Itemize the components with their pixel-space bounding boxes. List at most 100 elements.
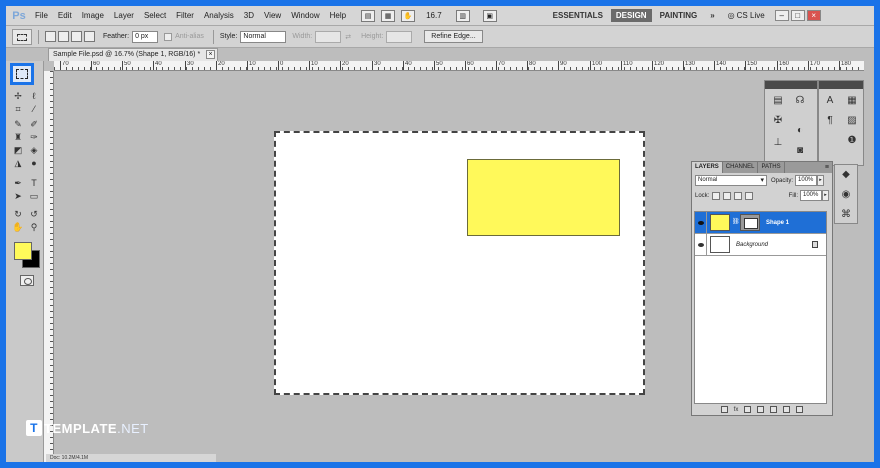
layer-row[interactable]: Background [695,233,826,256]
lock-transparency-icon[interactable] [712,191,721,200]
arrange-documents-icon[interactable]: ▥ [455,9,470,22]
character-panel-icon[interactable]: A [823,95,837,107]
new-selection-icon[interactable] [45,31,56,42]
workspace-painting[interactable]: PAINTING [655,9,703,22]
workspace-design[interactable]: DESIGN [610,9,652,22]
rectangle-tool-icon[interactable]: ▭ [28,191,40,202]
type-tool-icon[interactable]: T [28,178,40,189]
menu-image[interactable]: Image [77,6,109,26]
document-tab[interactable]: Sample File.psd @ 16.7% (Shape 1, RGB/16… [48,48,218,61]
actions-panel-icon[interactable]: ☊ [793,95,807,107]
paint-bucket-icon[interactable]: ◈ [28,145,40,156]
width-input[interactable] [315,30,342,43]
panel-menu-icon[interactable]: ≡ [825,164,829,171]
tab-layers[interactable]: LAYERS [692,162,723,173]
menu-analysis[interactable]: Analysis [199,6,239,26]
add-mask-icon[interactable] [744,406,752,413]
intersect-selection-icon[interactable] [84,31,95,42]
hand-tool-icon[interactable]: ✋ [401,9,416,22]
hand-tool-icon[interactable]: ✋ [12,222,24,233]
fx-icon[interactable]: fx [734,407,739,413]
tool-preset-picker[interactable] [12,28,32,45]
blur-tool-icon[interactable]: ◮ [12,158,24,169]
tab-paths[interactable]: PATHS [758,162,785,173]
style-select[interactable]: Normal [240,30,287,43]
healing-brush-icon[interactable]: ✎ [12,119,24,130]
brush-tool-icon[interactable]: ✐ [28,119,40,130]
menu-file[interactable]: File [30,6,53,26]
menu-edit[interactable]: Edit [53,6,77,26]
dodge-tool-icon[interactable]: ● [28,158,40,169]
screen-mode-icon[interactable]: ▣ [482,9,497,22]
eraser-tool-icon[interactable]: ◩ [12,145,24,156]
zoom-tool-icon[interactable]: ⚲ [28,222,40,233]
menu-window[interactable]: Window [286,6,324,26]
shape-1-rectangle[interactable] [467,159,620,236]
adjustments-panel-icon[interactable]: ▨ [845,115,859,127]
blend-mode-select[interactable]: Normal [695,175,767,186]
brushes-panel-icon[interactable]: ◐ [793,125,807,137]
3d-orbit-icon[interactable]: ↺ [28,209,40,220]
document-canvas[interactable] [274,131,645,395]
crop-tool-icon[interactable]: ⌗ [12,104,24,115]
opacity-input[interactable]: 100% [795,175,818,186]
layer-row[interactable]: ⛓ Shape 1 [695,211,826,234]
maximize-button[interactable]: □ [790,10,805,21]
height-input[interactable] [386,30,413,43]
tab-channels[interactable]: CHANNEL [723,162,759,173]
menu-view[interactable]: View [259,6,286,26]
menu-3d[interactable]: 3D [239,6,259,26]
fill-input[interactable]: 100% [800,190,822,201]
swatches-panel-icon[interactable]: ◙ [793,145,807,157]
navigator-panel-icon[interactable]: ✠ [771,115,785,127]
lock-all-icon[interactable] [745,191,754,200]
channels-panel-icon[interactable]: ◉ [839,189,853,201]
adjustment-layer-icon[interactable] [757,406,765,413]
close-button[interactable]: × [806,10,821,21]
paragraph-panel-icon[interactable]: ¶ [823,115,837,127]
feather-input[interactable]: 0 px [132,30,159,43]
quick-mask-icon[interactable] [20,275,34,286]
history-panel-icon[interactable]: ▤ [771,95,785,107]
3d-rotate-icon[interactable]: ↻ [12,209,24,220]
layers-panel-icon[interactable]: ◆ [839,169,853,181]
menu-select[interactable]: Select [139,6,171,26]
subtract-selection-icon[interactable] [71,31,82,42]
zoom-level[interactable]: 16.7 [426,11,442,20]
opacity-arrow-icon[interactable]: ▸ [817,175,825,186]
visibility-eye-icon[interactable] [695,211,707,234]
paragraph-styles-icon[interactable]: ▦ [845,95,859,107]
clone-stamp-icon[interactable]: ♜ [12,132,24,143]
workspace-essentials[interactable]: ESSENTIALS [548,9,608,22]
more-workspaces-icon[interactable]: » [705,9,719,22]
visibility-eye-icon[interactable] [695,233,707,256]
minibridge-icon[interactable]: ▦ [381,9,396,22]
paths-panel-icon[interactable]: ⌘ [839,209,853,221]
menu-help[interactable]: Help [325,6,351,26]
close-tab-icon[interactable]: × [206,50,215,59]
swap-icon[interactable]: ⇄ [345,33,351,41]
path-selection-icon[interactable]: ➤ [12,191,24,202]
history-brush-icon[interactable]: ✑ [28,132,40,143]
fill-arrow-icon[interactable]: ▸ [822,190,829,201]
menu-layer[interactable]: Layer [109,6,139,26]
lock-position-icon[interactable] [734,191,743,200]
eyedropper-tool-icon[interactable]: ⁄ [28,104,40,115]
clone-source-icon[interactable]: ⊥ [771,137,785,149]
refine-edge-button[interactable]: Refine Edge... [424,30,483,43]
trash-icon[interactable] [796,406,804,413]
add-selection-icon[interactable] [58,31,69,42]
lasso-tool-icon[interactable]: ℓ [28,91,40,102]
menu-filter[interactable]: Filter [171,6,199,26]
foreground-color-swatch[interactable] [14,242,32,260]
new-group-icon[interactable] [770,406,778,413]
move-tool-icon[interactable]: ✢ [12,91,24,102]
marquee-tool[interactable] [10,63,34,85]
new-layer-icon[interactable] [783,406,791,413]
minimize-button[interactable]: – [774,10,789,21]
pen-tool-icon[interactable]: ✒ [12,178,24,189]
link-layers-icon[interactable] [720,406,728,413]
info-panel-icon[interactable]: ❶ [845,135,859,147]
lock-pixels-icon[interactable] [723,191,732,200]
bridge-icon[interactable]: ▤ [361,9,376,22]
